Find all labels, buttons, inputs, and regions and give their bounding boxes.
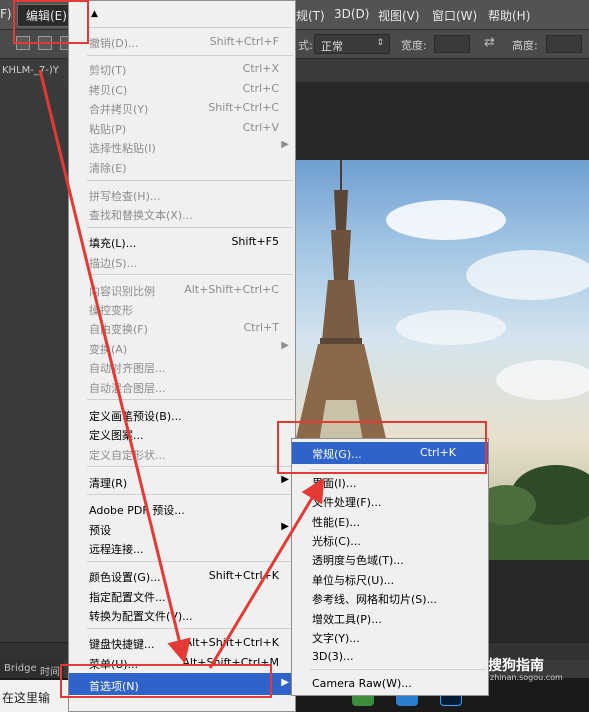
menu-separator xyxy=(87,399,293,400)
menu-item-cut[interactable]: 剪切(T) Ctrl+X xyxy=(69,59,295,78)
submenu-item-units-rulers[interactable]: 单位与标尺(U)... xyxy=(292,569,488,588)
menu-item-spell-check[interactable]: 拼写检查(H)... xyxy=(69,185,295,204)
annotation-box-edit xyxy=(13,0,89,44)
swap-icon[interactable]: ⇄ xyxy=(484,35,495,50)
menu-file-fragment[interactable]: F) xyxy=(0,7,12,21)
submenu-item-plugins[interactable]: 增效工具(P)... xyxy=(292,608,488,627)
submenu-item-performance[interactable]: 性能(E)... xyxy=(292,511,488,530)
watermark-logo: 搜狗指南 xyxy=(488,658,544,674)
submenu-arrow-icon: ▶ xyxy=(281,139,289,150)
menu-separator xyxy=(87,466,293,467)
submenu-item-camera-raw[interactable]: Camera Raw(W)... xyxy=(292,674,488,693)
submenu-item-type[interactable]: 文字(Y)... xyxy=(292,627,488,646)
menu-item-free-transform[interactable]: 自由变换(F) Ctrl+T xyxy=(69,318,295,337)
watermark-url: zhinan.sogou.com xyxy=(490,673,563,682)
menu-separator xyxy=(87,494,293,495)
style-select-value: 正常 xyxy=(321,40,343,53)
menu-separator xyxy=(87,561,293,562)
menu-item-auto-blend[interactable]: 自动混合图层... xyxy=(69,377,295,396)
menu-item-remote-connections[interactable]: 远程连接... xyxy=(69,538,295,557)
menu-separator xyxy=(87,227,293,228)
menu-item-fill[interactable]: 填充(L)... Shift+F5 xyxy=(69,232,295,251)
style-select[interactable]: 正常 ⇕ xyxy=(314,34,390,54)
annotation-box-general xyxy=(277,421,487,474)
height-label: 高度: xyxy=(512,39,538,52)
submenu-item-interface[interactable]: 界面(I)... xyxy=(292,472,488,491)
menu-item-content-aware-scale[interactable]: 内容识别比例 Alt+Shift+Ctrl+C xyxy=(69,280,295,299)
menu-item-pdf-presets[interactable]: Adobe PDF 预设... xyxy=(69,499,295,518)
submenu-item-3d[interactable]: 3D(3)... xyxy=(292,647,488,666)
height-field[interactable] xyxy=(546,35,582,53)
menu-item-puppet-warp[interactable]: 操控变形 xyxy=(69,299,295,318)
menu-item-copy-merged[interactable]: 合并拷贝(Y) Shift+Ctrl+C xyxy=(69,98,295,117)
menu-item-auto-align[interactable]: 自动对齐图层... xyxy=(69,357,295,376)
menu-item-convert-profile[interactable]: 转换为配置文件(V)... xyxy=(69,605,295,624)
menu-separator xyxy=(87,274,293,275)
menu-item-assign-profile[interactable]: 指定配置文件... xyxy=(69,586,295,605)
menu-separator xyxy=(87,180,293,181)
menu-item-presets[interactable]: 预设 ▶ xyxy=(69,519,295,538)
scroll-up-icon[interactable]: ▲ xyxy=(91,9,98,19)
menu-item-define-pattern[interactable]: 定义图案... xyxy=(69,424,295,443)
menu-item-stroke[interactable]: 描边(S)... xyxy=(69,252,295,271)
style-label: 式: xyxy=(298,39,313,52)
menu-separator xyxy=(87,27,293,28)
submenu-item-cursors[interactable]: 光标(C)... xyxy=(292,530,488,549)
submenu-item-file-handling[interactable]: 文件处理(F)... xyxy=(292,491,488,510)
menu-item-keyboard-shortcuts[interactable]: 键盘快捷键... Alt+Shift+Ctrl+K xyxy=(69,633,295,652)
preferences-submenu: 常规(G)... Ctrl+K 界面(I)... 文件处理(F)... 性能(E)… xyxy=(291,438,489,696)
edit-menu: ▲ 撤销(D)... Shift+Ctrl+F 剪切(T) Ctrl+X 拷贝(C)… xyxy=(68,0,296,712)
menu-item-undo[interactable]: 撤销(D)... Shift+Ctrl+F xyxy=(69,32,295,51)
updown-arrow-icon: ⇕ xyxy=(376,38,384,48)
menu-item-copy[interactable]: 拷贝(C) Ctrl+C xyxy=(69,79,295,98)
menu-help[interactable]: 帮助(H) xyxy=(488,7,530,24)
menu-separator xyxy=(310,669,486,670)
menu-item-define-shape[interactable]: 定义自定形状... xyxy=(69,444,295,463)
annotation-box-preferences xyxy=(60,664,272,698)
menu-item-paste[interactable]: 粘贴(P) Ctrl+V xyxy=(69,118,295,137)
width-field[interactable] xyxy=(434,35,470,53)
submenu-arrow-icon: ▶ xyxy=(281,677,289,688)
submenu-item-guides-grid[interactable]: 参考线、网格和切片(S)... xyxy=(292,588,488,607)
menu-separator xyxy=(87,55,293,56)
menu-filter-fragment[interactable]: 规(T) xyxy=(296,7,325,24)
menu-window[interactable]: 窗口(W) xyxy=(432,7,477,24)
menu-item-purge[interactable]: 清理(R) ▶ xyxy=(69,472,295,491)
menu-item-find-replace[interactable]: 查找和替换文本(X)... xyxy=(69,204,295,223)
menu-separator xyxy=(87,628,293,629)
submenu-arrow-icon: ▶ xyxy=(281,521,289,532)
menu-view[interactable]: 视图(V) xyxy=(378,7,420,24)
submenu-item-transparency[interactable]: 透明度与色域(T)... xyxy=(292,549,488,568)
submenu-arrow-icon: ▶ xyxy=(281,340,289,351)
menu-3d[interactable]: 3D(D) xyxy=(334,7,369,21)
menu-item-color-settings[interactable]: 颜色设置(G)... Shift+Ctrl+K xyxy=(69,566,295,585)
menu-item-transform[interactable]: 变换(A) ▶ xyxy=(69,338,295,357)
tab-bridge[interactable]: Bridge xyxy=(0,660,41,678)
submenu-arrow-icon: ▶ xyxy=(281,474,289,485)
menu-item-paste-special[interactable]: 选择性粘贴(I) ▶ xyxy=(69,137,295,156)
menu-item-define-brush[interactable]: 定义画笔预设(B)... xyxy=(69,405,295,424)
menu-item-clear[interactable]: 清除(E) xyxy=(69,157,295,176)
width-label: 宽度: xyxy=(401,39,427,52)
tools-area xyxy=(0,82,68,642)
